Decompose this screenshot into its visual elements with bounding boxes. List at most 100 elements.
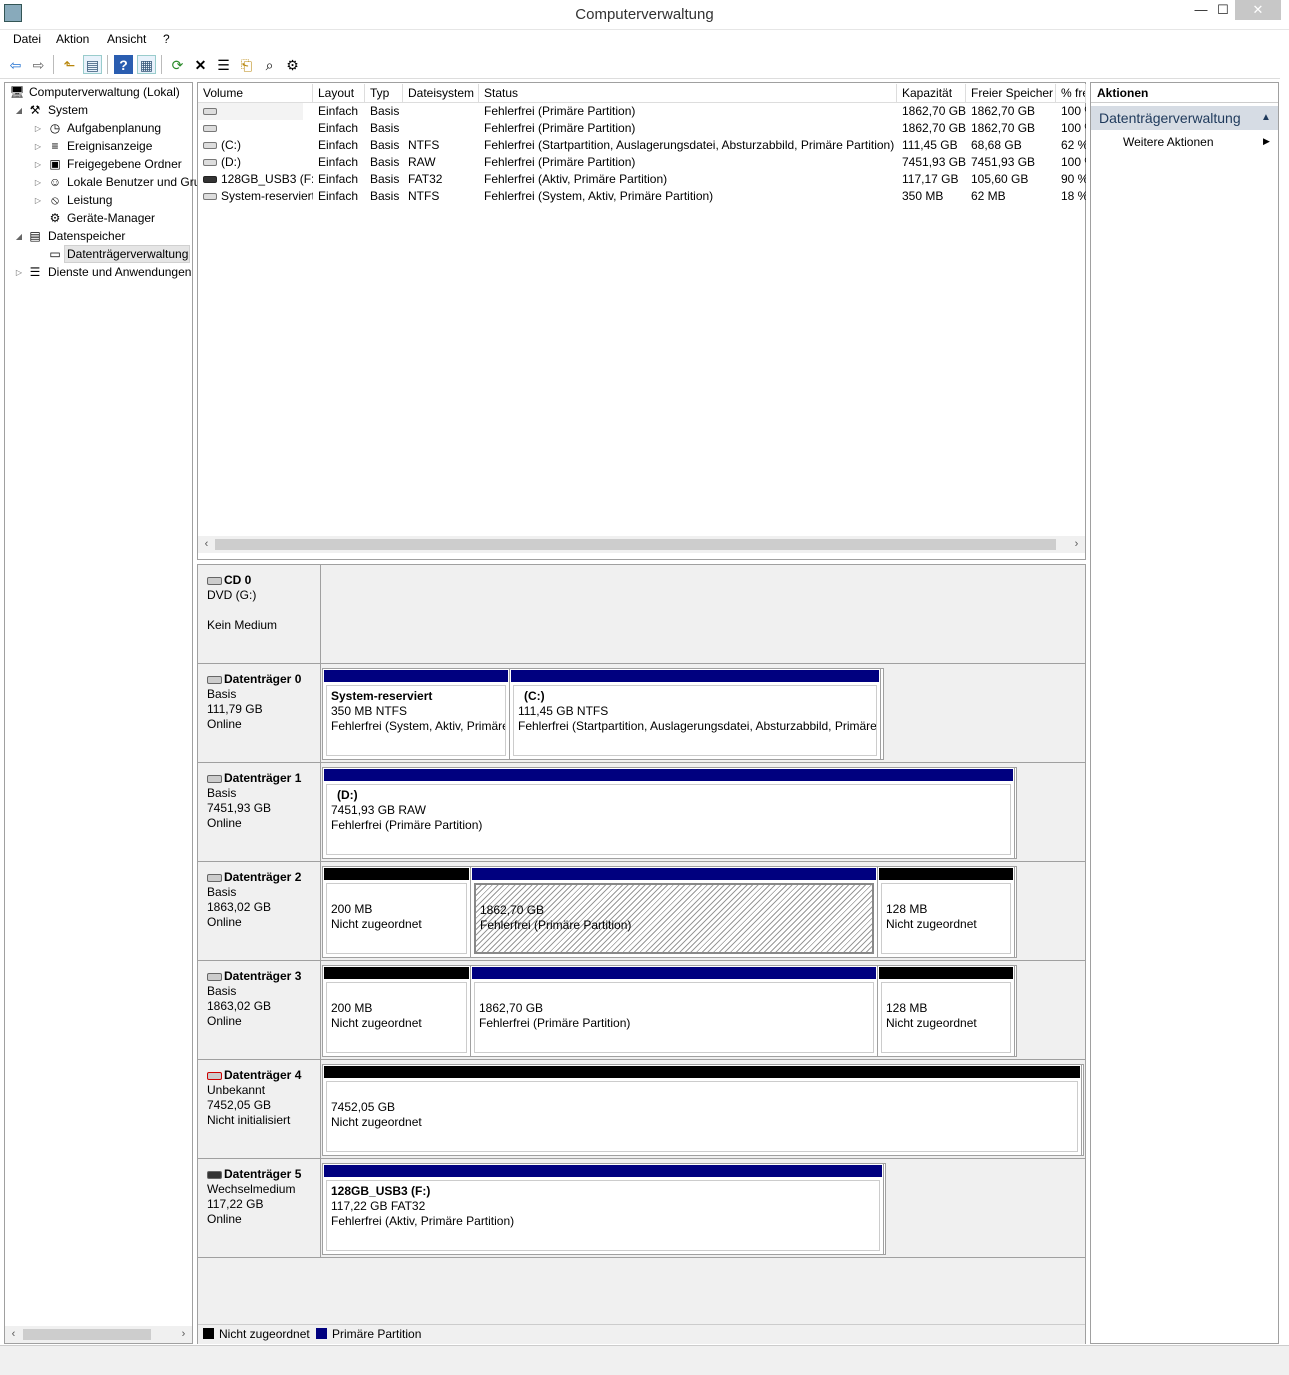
properties-icon[interactable]: ☰ — [214, 55, 233, 74]
expand-toggle-icon[interactable]: ◢ — [15, 102, 23, 120]
cell-status: Fehlerfrei (Aktiv, Primäre Partition) — [484, 172, 668, 186]
event-icon: ≡ — [51, 139, 59, 153]
tree-item-label: Aufgabenplanung — [67, 121, 162, 135]
disk-info[interactable]: Datenträger 4 Unbekannt 7452,05 GB Nicht in… — [198, 1060, 321, 1158]
window-title: Computerverwaltung — [575, 6, 714, 23]
disk-icon — [207, 675, 222, 684]
partition-unallocated[interactable]: 128 MB Nicht zugeordnet — [878, 867, 1015, 957]
primary-partition-swatch — [316, 1328, 327, 1339]
expand-toggle-icon[interactable]: ▷ — [34, 120, 42, 138]
partition-primary[interactable]: 1862,70 GB Fehlerfrei (Primäre Partition) — [471, 966, 878, 1056]
back-arrow-icon[interactable]: ⇦ — [6, 55, 25, 74]
partition-type-bar — [324, 670, 508, 682]
actions-section-disk-management[interactable]: Datenträgerverwaltung — [1091, 106, 1278, 130]
cell-fs — [403, 103, 479, 120]
scroll-left-icon[interactable]: ‹ — [198, 536, 215, 553]
partition-primary[interactable]: 1862,70 GB Fehlerfrei (Primäre Partition) — [471, 867, 878, 957]
scroll-thumb[interactable] — [215, 539, 1056, 550]
disk-row: Datenträger 3 Basis 1863,02 GB Online 200 MB… — [198, 961, 1085, 1060]
cell-cap: 117,17 GB — [902, 172, 959, 186]
expand-toggle-icon[interactable]: ▷ — [34, 138, 42, 156]
tree-item-label: Computerverwaltung (Lokal) — [29, 85, 180, 99]
cell-cap: 350 MB — [902, 189, 944, 203]
volume-name: (C:) — [221, 138, 241, 152]
partition-unallocated[interactable]: 200 MB Nicht zugeordnet — [323, 867, 471, 957]
partition-type-bar — [324, 868, 469, 880]
column-header-5[interactable]: Kapazität — [897, 84, 966, 103]
device-manager-icon: ⚙ — [49, 211, 61, 225]
disk-info[interactable]: Datenträger 1 Basis 7451,93 GB Online — [198, 763, 321, 861]
partition-primary[interactable]: 128GB_USB3 (F:) 117,22 GB FAT32 Fehlerfrei… — [323, 1164, 884, 1254]
column-header-3[interactable]: Dateisystem — [403, 84, 479, 103]
disk-info[interactable]: Datenträger 5 Wechselmedium 117,22 GB Onlin… — [198, 1159, 321, 1257]
scroll-left-icon[interactable]: ‹ — [5, 1326, 22, 1343]
forward-arrow-icon[interactable]: ⇨ — [29, 55, 48, 74]
disk-info-line: 117,22 GB — [207, 1197, 264, 1211]
column-header-1[interactable]: Layout — [313, 84, 365, 103]
storage-icon: ▤ — [29, 229, 41, 243]
column-header-0[interactable]: Volume — [198, 84, 313, 103]
volume-icon — [203, 193, 217, 201]
partition-type-bar — [324, 1165, 882, 1177]
more-actions-link[interactable]: Weitere Aktionen — [1123, 135, 1214, 149]
expand-toggle-icon[interactable]: ◢ — [15, 228, 23, 246]
menu-aktion[interactable]: Aktion — [56, 32, 89, 46]
delete-icon[interactable]: ✕ — [191, 55, 210, 74]
open-folder-icon[interactable]: ⎗ — [237, 55, 256, 74]
show-hide-action-pane-icon[interactable]: ▦ — [137, 55, 156, 74]
disk-info-line: 7451,93 GB — [207, 801, 272, 815]
cell-free: 7451,93 GB — [971, 155, 1036, 169]
scroll-thumb[interactable] — [23, 1329, 151, 1340]
tree-horizontal-scrollbar[interactable]: ‹ › — [5, 1326, 192, 1343]
expand-toggle-icon[interactable]: ▷ — [34, 156, 42, 174]
actions-pane — [1090, 82, 1279, 1344]
partition-primary[interactable]: System-reserviert 350 MB NTFS Fehlerfrei (… — [323, 669, 510, 759]
cell-volume — [198, 120, 313, 137]
column-header-7[interactable]: % frei — [1056, 84, 1086, 103]
partition-primary[interactable]: (D:) 7451,93 GB RAW Fehlerfrei (Primäre Pa… — [323, 768, 1015, 858]
help-icon[interactable]: ? — [114, 55, 133, 74]
search-icon[interactable]: ⌕ — [260, 55, 279, 74]
partition-strip: (D:) 7451,93 GB RAW Fehlerfrei (Primäre Pa… — [322, 767, 1017, 859]
refresh-icon[interactable]: ⟳ — [168, 55, 187, 74]
disk-info[interactable]: Datenträger 0 Basis 111,79 GB Online — [198, 664, 321, 762]
column-header-6[interactable]: Freier Speicher — [966, 84, 1056, 103]
partition-label: (C:) — [524, 689, 545, 703]
partition-info: Nicht zugeordnet — [886, 917, 977, 931]
tree-item-label: Datenträgerverwaltung — [67, 247, 189, 261]
expand-toggle-icon[interactable]: ▷ — [34, 174, 42, 192]
show-hide-tree-icon[interactable]: ▤ — [83, 55, 102, 74]
disk-info-line: Online — [207, 717, 242, 731]
disk-info-line: Basis — [207, 786, 237, 800]
partition-unallocated[interactable]: 200 MB Nicht zugeordnet — [323, 966, 471, 1056]
menu-ansicht[interactable]: Ansicht — [107, 32, 146, 46]
settings-icon[interactable]: ⚙ — [283, 55, 302, 74]
volume-icon — [203, 176, 217, 184]
close-button[interactable]: ✕ — [1235, 0, 1281, 20]
disk-info[interactable]: Datenträger 2 Basis 1863,02 GB Online — [198, 862, 321, 960]
partition-unallocated[interactable]: 128 MB Nicht zugeordnet — [878, 966, 1015, 1056]
collapse-icon[interactable]: ▲ — [1261, 112, 1271, 123]
cell-typ: Basis — [370, 138, 400, 152]
cell-free: 1862,70 GB — [971, 121, 1036, 135]
scroll-right-icon[interactable]: › — [1068, 536, 1085, 553]
up-folder-icon[interactable]: ⬑ — [60, 55, 79, 74]
disk-info[interactable]: Datenträger 3 Basis 1863,02 GB Online — [198, 961, 321, 1059]
partition-details: 1862,70 GB Fehlerfrei (Primäre Partition) — [474, 982, 874, 1053]
partition-unallocated[interactable]: 7452,05 GB Nicht zugeordnet — [323, 1065, 1082, 1155]
column-header-2[interactable]: Typ — [365, 84, 403, 103]
expand-toggle-icon[interactable]: ▷ — [34, 192, 42, 210]
scroll-right-icon[interactable]: › — [175, 1326, 192, 1343]
partition-primary[interactable]: (C:) 111,45 GB NTFS Fehlerfrei (Startparti… — [510, 669, 881, 759]
disk-info-line: Unbekannt — [207, 1083, 266, 1097]
column-header-4[interactable]: Status — [479, 84, 897, 103]
list-horizontal-scrollbar[interactable]: ‹ › — [198, 536, 1085, 553]
menu-datei[interactable]: Datei — [13, 32, 41, 46]
disk-info-line: DVD (G:) — [207, 588, 257, 602]
disk-info[interactable]: CD 0 DVD (G:) Kein Medium — [198, 565, 321, 663]
partition-info: Nicht zugeordnet — [331, 917, 422, 931]
expand-toggle-icon[interactable]: ▷ — [15, 264, 23, 282]
submenu-arrow-icon[interactable]: ▶ — [1263, 136, 1270, 147]
tree-item-label: Ereignisanzeige — [67, 139, 153, 153]
menu-help[interactable]: ? — [163, 32, 170, 46]
